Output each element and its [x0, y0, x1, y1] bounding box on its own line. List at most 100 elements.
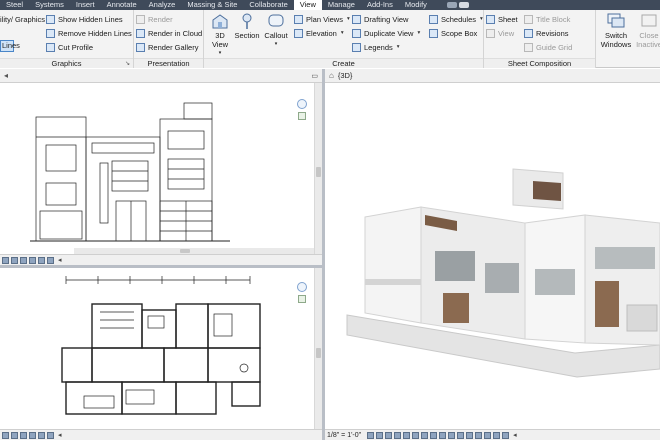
- title-block-button[interactable]: Title Block: [524, 13, 570, 25]
- dialog-launcher-icon[interactable]: ↘: [125, 59, 130, 69]
- tab-view[interactable]: View: [293, 0, 322, 10]
- temporary-hide-icon[interactable]: [439, 431, 447, 439]
- tab-add-ins[interactable]: Add-Ins: [361, 0, 399, 10]
- show-crop-region-icon[interactable]: [38, 431, 45, 439]
- shadows-icon[interactable]: [20, 431, 27, 439]
- schedules-button[interactable]: Schedules ▾: [429, 13, 483, 25]
- view-scale[interactable]: 1/8" = 1'-0": [327, 432, 361, 439]
- tab-systems[interactable]: Systems: [29, 0, 70, 10]
- tab-steel[interactable]: Steel: [0, 0, 29, 10]
- guide-grid-button[interactable]: Guide Grid: [524, 41, 572, 53]
- elevation-view-control-bar: ◂: [0, 254, 322, 265]
- tab-massing-site[interactable]: Massing & Site: [181, 0, 243, 10]
- reveal-hidden-icon[interactable]: [448, 431, 456, 439]
- visual-style-icon[interactable]: [376, 431, 384, 439]
- plan-views-button[interactable]: Plan Views ▾: [294, 13, 350, 25]
- legends-button[interactable]: Legends ▾: [352, 41, 400, 53]
- render-icon[interactable]: [403, 431, 411, 439]
- zoom-icon[interactable]: [298, 112, 306, 120]
- sun-path-icon[interactable]: [11, 256, 18, 264]
- visual-style-icon[interactable]: [2, 256, 9, 264]
- tab-collaborate[interactable]: Collaborate: [243, 0, 293, 10]
- panel-presentation: Render Render in Cloud Render Gallery Pr…: [134, 10, 204, 68]
- show-hidden-lines-button[interactable]: Show Hidden Lines: [46, 13, 123, 25]
- steering-wheel-icon[interactable]: [297, 282, 307, 292]
- show-crop-region-icon[interactable]: [421, 431, 429, 439]
- highlight-displacement-icon[interactable]: [484, 431, 492, 439]
- steering-wheel-icon[interactable]: [297, 99, 307, 109]
- visual-style-icon[interactable]: [2, 431, 9, 439]
- elevation-navigation-bar: [296, 99, 308, 120]
- 3d-view[interactable]: ⌂ {3D} 1/8" = 1'-0" ◂: [325, 69, 660, 440]
- temporary-view-properties-icon[interactable]: [466, 431, 474, 439]
- scroll-left-icon[interactable]: ◂: [513, 431, 517, 439]
- title-block-icon: [524, 14, 533, 24]
- panel-graphics: ility/ Graphics Show Hidden Lines Remove…: [0, 10, 134, 68]
- view-menu-icon[interactable]: ◂: [4, 71, 8, 80]
- floor-plan-view[interactable]: ◂: [0, 268, 322, 440]
- cut-profile-button[interactable]: Cut Profile: [46, 41, 93, 53]
- guide-grid-icon: [524, 42, 533, 52]
- 3d-view-button[interactable]: 3D View ▾: [208, 12, 232, 58]
- render-in-cloud-button[interactable]: Render in Cloud: [136, 27, 202, 39]
- visibility-graphics-button[interactable]: ility/ Graphics: [0, 13, 45, 25]
- shadows-icon[interactable]: [20, 256, 27, 264]
- render-button[interactable]: Render: [136, 13, 173, 25]
- sun-path-icon[interactable]: [385, 431, 393, 439]
- tab-modify[interactable]: Modify: [399, 0, 433, 10]
- 3d-view-control-bar: 1/8" = 1'-0" ◂: [325, 429, 660, 440]
- elevation-button[interactable]: Elevation ▾: [294, 27, 344, 39]
- sheet-button[interactable]: Sheet: [486, 13, 518, 25]
- sun-path-icon[interactable]: [11, 431, 18, 439]
- zoom-icon[interactable]: [298, 295, 306, 303]
- elevation-vertical-scrollbar[interactable]: [314, 83, 322, 254]
- scroll-left-icon[interactable]: ◂: [58, 256, 62, 264]
- horizontal-splitter[interactable]: [0, 265, 322, 268]
- worksharing-display-icon[interactable]: [457, 431, 465, 439]
- remove-hidden-lines-button[interactable]: Remove Hidden Lines: [46, 27, 132, 39]
- render-gallery-button[interactable]: Render Gallery: [136, 41, 198, 53]
- temporary-hide-icon[interactable]: [47, 256, 54, 264]
- drafting-view-button[interactable]: Drafting View: [352, 13, 408, 25]
- reveal-constraints-icon[interactable]: [493, 431, 501, 439]
- scroll-left-icon[interactable]: ◂: [58, 431, 62, 439]
- ribbon-dropdown-icon[interactable]: [458, 2, 469, 8]
- callout-button[interactable]: Callout ▾: [262, 12, 290, 49]
- shadows-icon[interactable]: [394, 431, 402, 439]
- thin-lines-button[interactable]: Lines: [0, 40, 20, 52]
- cut-profile-icon: [46, 42, 55, 52]
- view-restore-icon[interactable]: ▭: [311, 72, 318, 80]
- panel-create: 3D View ▾ Section Callout ▾ Plan Views▾: [204, 10, 484, 68]
- ribbon-toggle-icon[interactable]: [446, 2, 457, 8]
- temporary-hide-icon[interactable]: [47, 431, 54, 439]
- analytical-model-icon[interactable]: [475, 431, 483, 439]
- crop-view-icon[interactable]: [412, 431, 420, 439]
- panel-title-graphics: Graphics ↘: [0, 58, 133, 68]
- legends-icon: [352, 42, 361, 52]
- show-crop-region-icon[interactable]: [38, 256, 45, 264]
- lock-3d-view-icon[interactable]: [430, 431, 438, 439]
- duplicate-view-button[interactable]: Duplicate View ▾: [352, 27, 420, 39]
- scope-box-button[interactable]: Scope Box: [429, 27, 477, 39]
- scope-box-icon: [429, 28, 438, 38]
- place-view-button[interactable]: View: [486, 27, 514, 39]
- close-inactive-icon: [641, 14, 657, 27]
- section-button[interactable]: Section: [234, 12, 260, 40]
- plan-vertical-scrollbar[interactable]: [314, 268, 322, 429]
- revisions-button[interactable]: Revisions: [524, 27, 569, 39]
- detail-level-icon[interactable]: [367, 431, 375, 439]
- switch-windows-button[interactable]: Switch Windows: [600, 12, 632, 49]
- tab-analyze[interactable]: Analyze: [143, 0, 182, 10]
- tab-annotate[interactable]: Annotate: [101, 0, 143, 10]
- tab-manage[interactable]: Manage: [322, 0, 361, 10]
- close-inactive-button[interactable]: Close Inactive: [636, 12, 660, 49]
- ribbon-minimize-controls[interactable]: [446, 0, 469, 10]
- gallery-icon: [136, 42, 145, 52]
- panel-title-sheet-composition: Sheet Composition: [484, 58, 595, 68]
- tab-insert[interactable]: Insert: [70, 0, 101, 10]
- plan-views-icon: [294, 14, 303, 24]
- preview-visibility-icon[interactable]: [502, 431, 510, 439]
- elevation-view[interactable]: ◂ ▭ ◂: [0, 69, 322, 265]
- crop-view-icon[interactable]: [29, 256, 36, 264]
- crop-view-icon[interactable]: [29, 431, 36, 439]
